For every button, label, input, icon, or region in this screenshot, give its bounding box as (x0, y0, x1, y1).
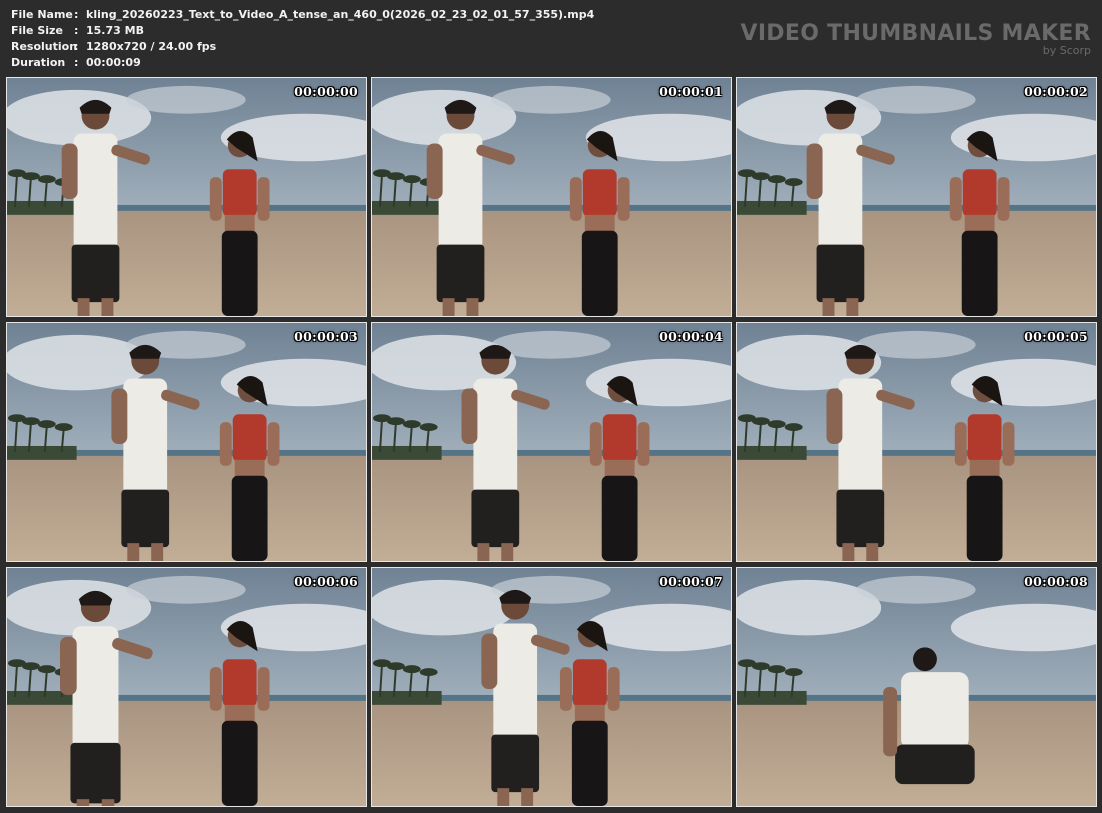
meta-separator: : (74, 56, 79, 69)
timecode-label: 00:00:00 (294, 84, 358, 99)
frame-image (737, 568, 1096, 806)
frame-image (737, 323, 1096, 561)
timecode-label: 00:00:08 (1024, 574, 1088, 589)
meta-value-file-size: 15.73 MB (86, 24, 144, 37)
timecode-label: 00:00:04 (659, 329, 723, 344)
meta-row-file-size: File Size : 15.73 MB (11, 23, 594, 39)
file-metadata: File Name : kling_20260223_Text_to_Video… (11, 7, 594, 71)
meta-row-duration: Duration : 00:00:09 (11, 55, 594, 71)
thumbnail-frame[interactable]: 00:00:03 (6, 322, 367, 562)
timecode-label: 00:00:02 (1024, 84, 1088, 99)
frame-image (372, 568, 731, 806)
brand-title: VIDEO THUMBNAILS MAKER (740, 21, 1091, 46)
thumbnail-frame[interactable]: 00:00:01 (371, 77, 732, 317)
thumbnail-frame[interactable]: 00:00:08 (736, 567, 1097, 807)
timecode-label: 00:00:06 (294, 574, 358, 589)
meta-row-file-name: File Name : kling_20260223_Text_to_Video… (11, 7, 594, 23)
meta-label: Resolution (11, 40, 78, 53)
frame-image (7, 78, 366, 316)
thumbnail-frame[interactable]: 00:00:07 (371, 567, 732, 807)
meta-value-duration: 00:00:09 (86, 56, 141, 69)
meta-label: File Name (11, 8, 73, 21)
meta-separator: : (74, 8, 79, 21)
thumbnail-frame[interactable]: 00:00:00 (6, 77, 367, 317)
frame-image (372, 323, 731, 561)
frame-image (372, 78, 731, 316)
frame-image (7, 323, 366, 561)
meta-row-resolution: Resolution : 1280x720 / 24.00 fps (11, 39, 594, 55)
meta-label: Duration (11, 56, 66, 69)
frame-image (737, 78, 1096, 316)
meta-value-file-name: kling_20260223_Text_to_Video_A_tense_an_… (86, 8, 595, 21)
thumbnail-grid: 00:00:00 00:00:01 00:00:02 00:00:03 00:0… (6, 77, 1097, 807)
timecode-label: 00:00:03 (294, 329, 358, 344)
timecode-label: 00:00:05 (1024, 329, 1088, 344)
meta-label: File Size (11, 24, 63, 37)
meta-value-resolution: 1280x720 / 24.00 fps (86, 40, 217, 53)
frame-image (7, 568, 366, 806)
thumbnail-frame[interactable]: 00:00:05 (736, 322, 1097, 562)
brand-watermark: VIDEO THUMBNAILS MAKER by Scorp (741, 21, 1092, 57)
meta-separator: : (74, 40, 79, 53)
meta-separator: : (74, 24, 79, 37)
thumbnail-frame[interactable]: 00:00:06 (6, 567, 367, 807)
info-header: File Name : kling_20260223_Text_to_Video… (0, 0, 1102, 76)
timecode-label: 00:00:07 (659, 574, 723, 589)
thumbnail-frame[interactable]: 00:00:02 (736, 77, 1097, 317)
thumbnail-frame[interactable]: 00:00:04 (371, 322, 732, 562)
timecode-label: 00:00:01 (659, 84, 723, 99)
